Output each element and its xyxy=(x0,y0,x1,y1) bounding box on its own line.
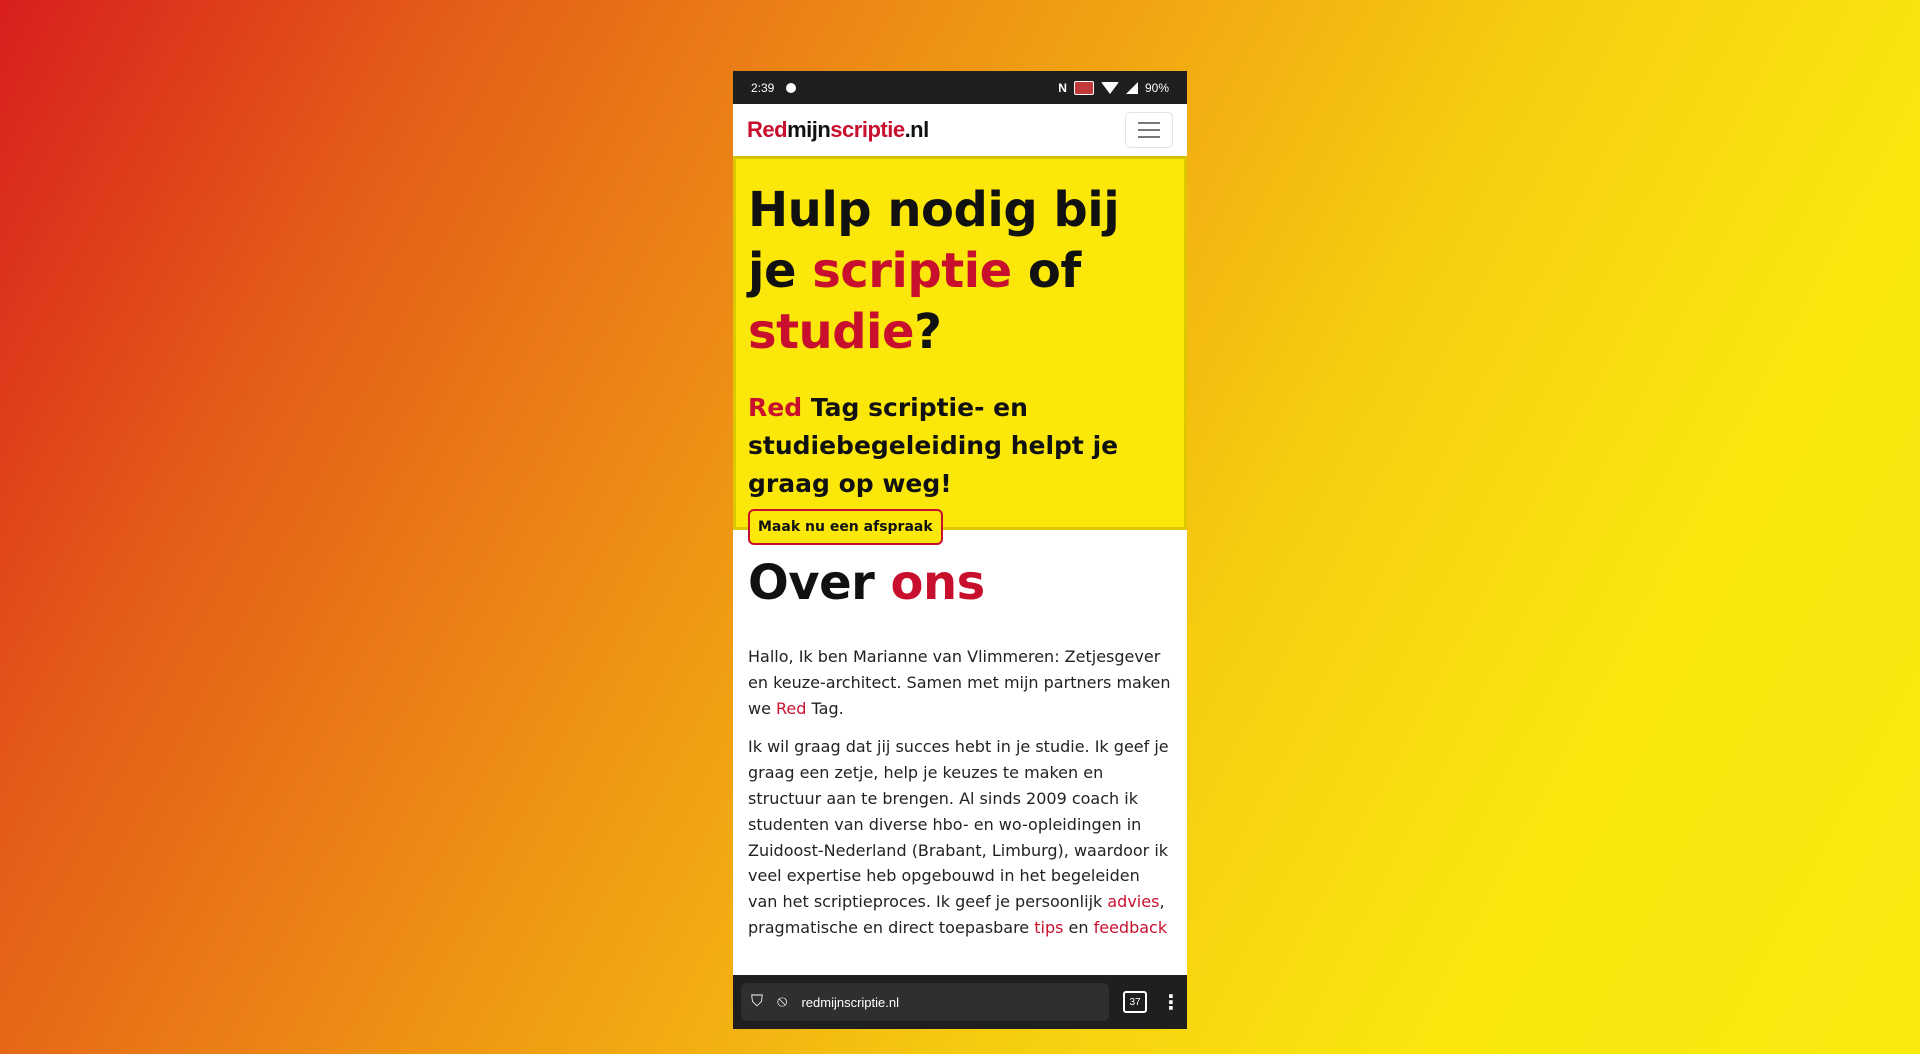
tips-link[interactable]: tips xyxy=(1034,918,1063,937)
site-logo[interactable]: Redmijnscriptie.nl xyxy=(747,117,929,143)
menu-toggle-button[interactable] xyxy=(1125,112,1173,148)
notification-dot-icon xyxy=(786,82,797,93)
tab-counter-button[interactable]: 37 xyxy=(1123,991,1147,1013)
hero-section: Hulp nodig bij je scriptie of studie? Re… xyxy=(733,156,1187,545)
status-time: 2:39 xyxy=(751,80,775,95)
nfc-icon: N xyxy=(1058,80,1067,95)
about-section: Over ons Hallo, Ik ben Marianne van Vlim… xyxy=(733,530,1187,941)
signal-icon xyxy=(1125,81,1138,94)
hero-title: Hulp nodig bij je scriptie of studie? xyxy=(748,182,1120,360)
hamburger-icon xyxy=(1138,122,1160,124)
overflow-menu-icon[interactable]: ⋮ xyxy=(1161,990,1181,1014)
browser-toolbar: ⛉ ⦸ redmijnscriptie.nl 37 ⋮ xyxy=(733,975,1187,1029)
address-bar[interactable]: ⛉ ⦸ redmijnscriptie.nl xyxy=(741,983,1109,1021)
status-bar: 2:39 N 90% xyxy=(733,71,1187,104)
battery-level: 90% xyxy=(1144,80,1169,95)
red-link[interactable]: Red xyxy=(776,699,806,718)
url-text: redmijnscriptie.nl xyxy=(801,994,899,1010)
hero-subtitle: Red Tag scriptie- en studiebegeleiding h… xyxy=(748,393,1119,498)
about-heading: Over ons xyxy=(748,555,985,611)
cast-icon xyxy=(1073,80,1094,95)
about-paragraph-2: Ik wil graag dat jij succes hebt in je s… xyxy=(748,737,1169,937)
advies-link[interactable]: advies xyxy=(1107,892,1159,911)
phone-screen: 2:39 N 90% Redmijnscriptie.nl Hulp nodig… xyxy=(733,71,1187,1029)
connection-security-icon[interactable]: ⦸ xyxy=(777,993,787,1011)
make-appointment-button[interactable]: Maak nu een afspraak xyxy=(748,509,943,545)
site-header: Redmijnscriptie.nl xyxy=(733,104,1187,156)
shield-icon[interactable]: ⛉ xyxy=(751,993,763,1011)
feedback-link[interactable]: feedback xyxy=(1094,918,1168,937)
wifi-icon xyxy=(1100,81,1119,94)
about-paragraph-1: Hallo, Ik ben Marianne van Vlimmeren: Ze… xyxy=(748,647,1171,718)
